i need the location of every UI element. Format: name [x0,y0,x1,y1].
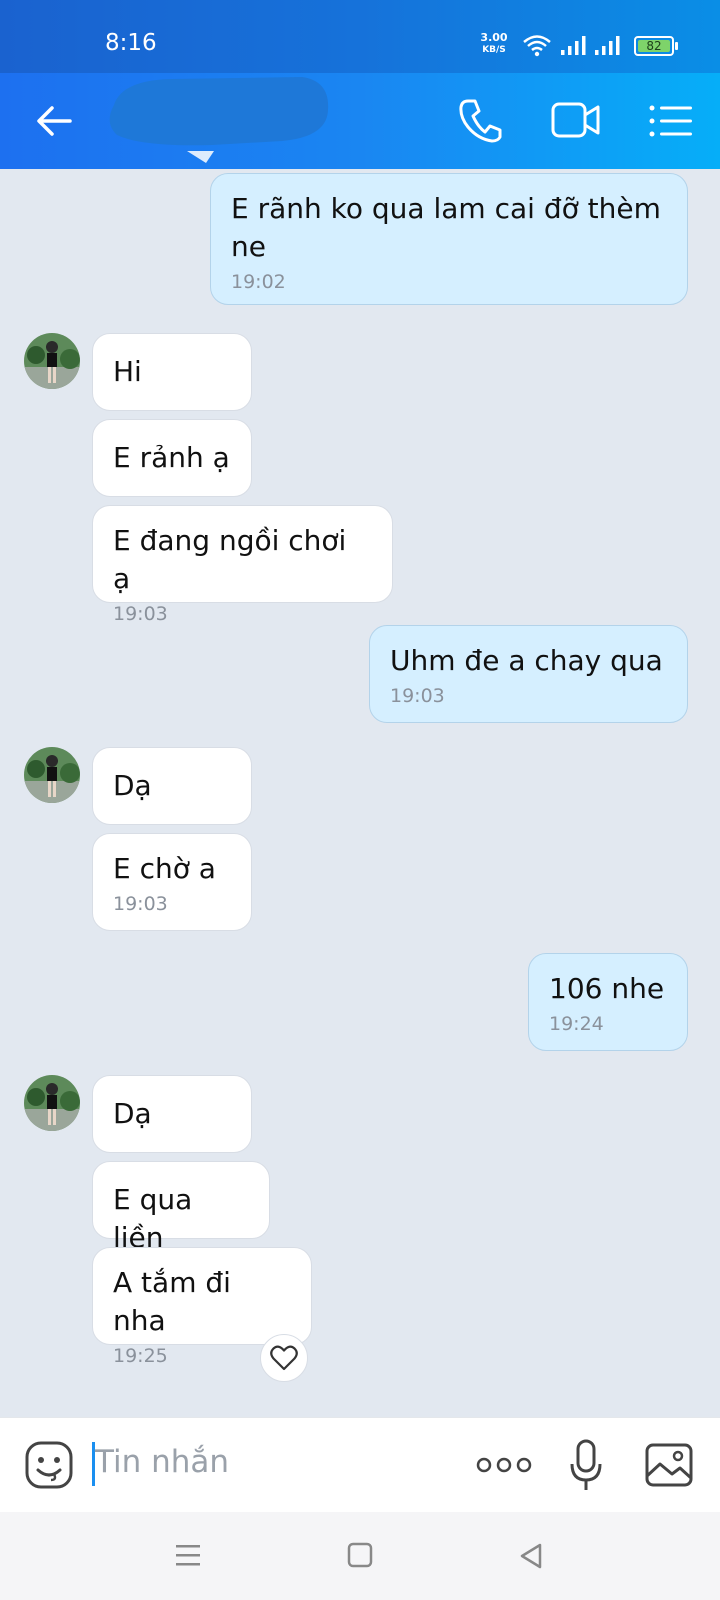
message-text: E chờ a [113,852,216,885]
message-text: E rảnh ạ [113,441,230,474]
menu-icon[interactable] [174,1542,202,1568]
message-composer: Tin nhắn [0,1417,720,1512]
message-text: Uhm đe a chay qua [390,644,663,677]
incoming-message[interactable]: E đang ngồi chơi ạ 19:03 [92,505,393,625]
avatar[interactable] [24,747,80,803]
battery-icon: 82 [634,36,678,56]
battery-level: 82 [646,39,662,53]
message-text: Dạ [113,1097,152,1130]
incoming-message[interactable]: E rảnh ạ [92,419,252,497]
menu-list-icon[interactable] [648,103,694,139]
avatar[interactable] [24,1075,80,1131]
network-speed: 3.00 KB/S [475,32,513,56]
message-text: E qua liền [113,1183,193,1254]
react-heart-button[interactable] [260,1334,308,1382]
network-speed-unit: KB/S [482,45,506,55]
message-time: 19:02 [231,271,286,293]
incoming-message[interactable]: E chờ a 19:03 [92,833,252,931]
image-icon[interactable] [644,1442,694,1488]
message-input[interactable]: Tin nhắn [95,1444,229,1480]
message-text: Hi [113,355,142,388]
emoji-icon[interactable] [24,1440,74,1490]
status-bar: 8:16 3.00 KB/S 82 [0,0,720,73]
video-camera-icon[interactable] [550,99,602,141]
network-speed-value: 3.00 [480,31,508,44]
message-text: E đang ngồi chơi ạ [113,524,347,595]
outgoing-message[interactable]: E rãnh ko qua lam cai đỡ thèm ne 19:02 [210,173,688,305]
phone-icon[interactable] [458,97,502,143]
incoming-message[interactable]: Dạ [92,747,252,825]
contact-name-redacted[interactable] [102,75,332,163]
system-nav-bar [0,1512,720,1600]
message-time: 19:03 [113,603,168,625]
wifi-icon [523,35,551,57]
message-time: 19:03 [390,685,445,707]
outgoing-message[interactable]: Uhm đe a chay qua 19:03 [369,625,688,723]
avatar[interactable] [24,333,80,389]
incoming-message[interactable]: E qua liền [92,1161,270,1254]
message-list[interactable]: E rãnh ko qua lam cai đỡ thèm ne 19:02 H… [0,169,720,1417]
microphone-icon[interactable] [568,1438,604,1494]
status-time: 8:16 [105,30,157,56]
incoming-message[interactable]: Dạ [92,1075,252,1153]
message-text: A tắm đi nha [113,1266,231,1337]
message-text: 106 nhe [549,972,665,1005]
home-icon[interactable] [347,1542,373,1568]
back-triangle-icon[interactable] [518,1542,544,1570]
heart-icon [270,1345,298,1371]
outgoing-message[interactable]: 106 nhe 19:24 [528,953,688,1051]
message-time: 19:24 [549,1013,604,1035]
incoming-message[interactable]: Hi [92,333,252,411]
incoming-message[interactable]: A tắm đi nha 19:25 [92,1247,312,1367]
signal-icon [561,36,586,55]
signal-icon [595,36,620,55]
more-dots-icon[interactable] [476,1456,532,1474]
back-arrow-icon[interactable] [34,101,74,141]
chat-header [0,73,720,169]
message-time: 19:03 [113,893,168,915]
message-text: Dạ [113,769,152,802]
message-text: E rãnh ko qua lam cai đỡ thèm ne [231,192,661,263]
